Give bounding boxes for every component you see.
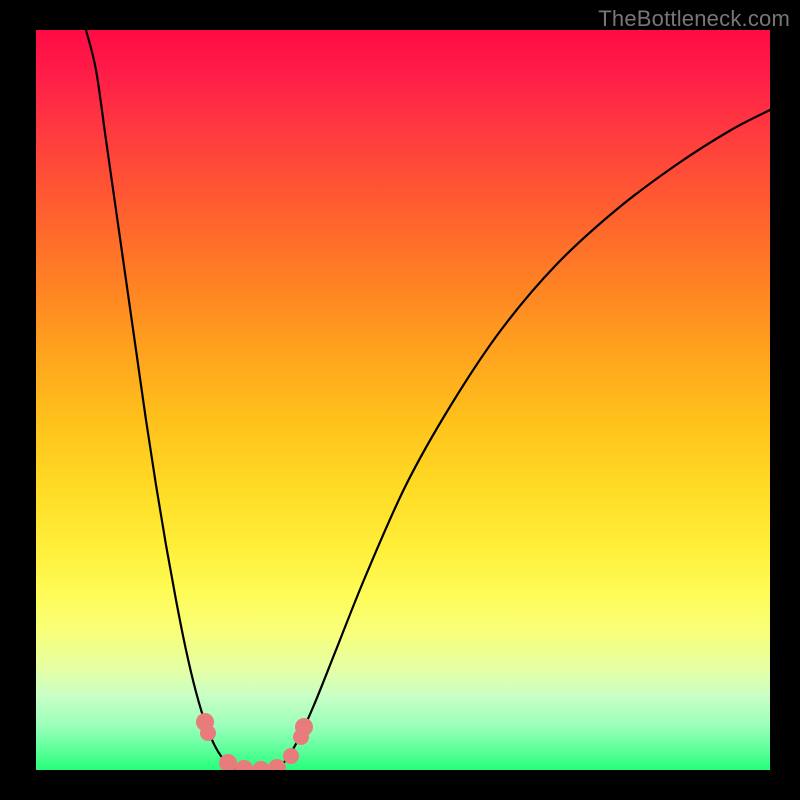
data-marker: [295, 718, 313, 736]
data-marker: [252, 761, 270, 770]
data-marker: [235, 760, 253, 770]
data-marker: [283, 748, 299, 764]
data-marker: [268, 759, 286, 770]
left-branch-curve: [86, 30, 256, 770]
curve-group: [86, 30, 770, 770]
watermark-text: TheBottleneck.com: [598, 6, 790, 32]
frame: TheBottleneck.com: [0, 0, 800, 800]
data-marker: [200, 725, 216, 741]
chart-svg: [36, 30, 770, 770]
plot-area: [36, 30, 770, 770]
right-branch-curve: [256, 110, 770, 770]
